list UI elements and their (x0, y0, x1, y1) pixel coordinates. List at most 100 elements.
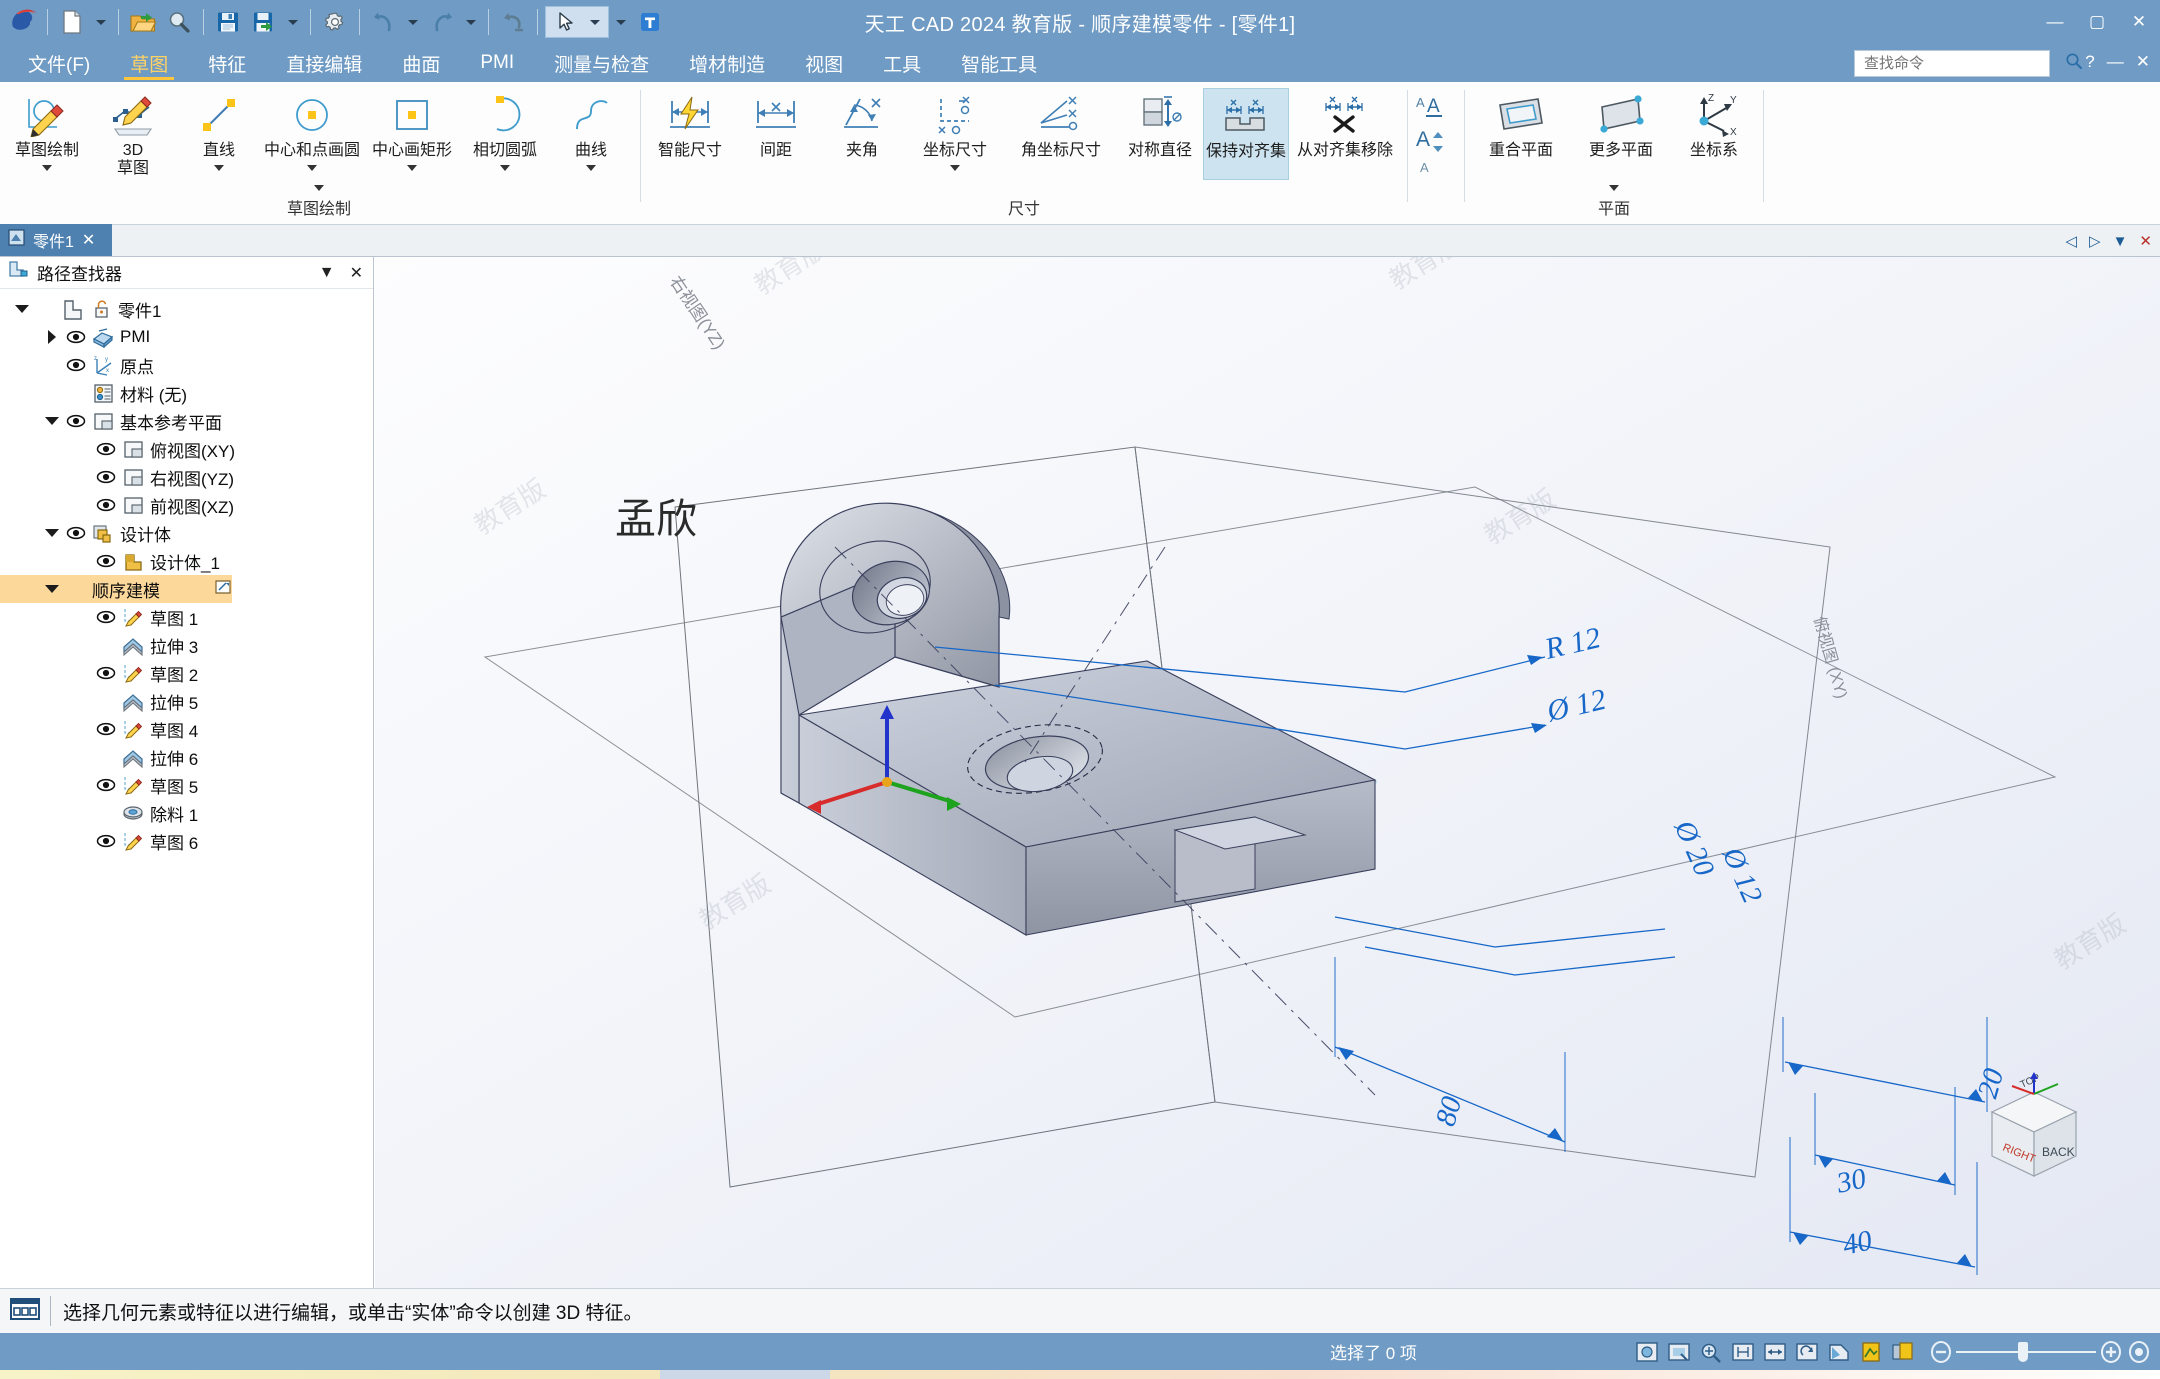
menu-tab-pmi[interactable]: PMI (460, 44, 534, 82)
zoom-slider-track[interactable] (1956, 1341, 2096, 1362)
new-file-dropdown[interactable] (91, 5, 111, 39)
menu-tab-view[interactable]: 视图 (785, 44, 863, 82)
select-tool-dropdown[interactable] (585, 5, 605, 39)
tab-nav-prev[interactable]: ◁ (2065, 232, 2077, 250)
expand-chevron-right-icon[interactable] (44, 329, 60, 345)
expand-chevron-down-icon[interactable] (44, 525, 60, 541)
ribbon-button-line[interactable]: 直线 (176, 88, 262, 180)
ribbon-button-tangent-arc[interactable]: 相切圆弧 (462, 88, 548, 180)
tree-item[interactable]: 拉伸 5 (0, 687, 373, 715)
app-logo-icon[interactable] (6, 5, 40, 39)
tab-nav-list[interactable]: ▼ (2113, 233, 2128, 250)
minimize-button[interactable]: — (2034, 0, 2076, 44)
font-size-icon[interactable]: A A (1414, 124, 1452, 180)
zoom-reset-button[interactable] (2126, 1340, 2152, 1364)
undo-arrow-icon[interactable] (367, 5, 401, 39)
tree-item[interactable]: 俯视图(XY) (0, 435, 373, 463)
expand-chevron-down-icon[interactable] (44, 413, 60, 429)
visibility-eye-icon[interactable] (66, 525, 86, 541)
ribbon-button-sketch-draw[interactable]: 草图绘制 (4, 88, 90, 180)
view-style-icon[interactable] (1634, 1340, 1660, 1364)
menu-tab-inspect[interactable]: 测量与检查 (534, 44, 669, 82)
menu-tab-file[interactable]: 文件(F) (8, 44, 110, 82)
tree-item[interactable]: 设计体_1 (0, 547, 373, 575)
graphics-viewport[interactable]: R 12 Ø 12 Ø 20 Ø 12 80 20 30 40 右视图(YZ) … (375, 257, 2160, 1288)
tree-item[interactable]: 草图 5 (0, 771, 373, 799)
menu-tab-additive[interactable]: 增材制造 (669, 44, 785, 82)
pathfinder-menu-button[interactable]: ▼ (315, 264, 339, 282)
visibility-eye-icon[interactable] (96, 665, 116, 681)
tree-item[interactable]: 零件1 (0, 295, 373, 323)
tree-item[interactable]: 前视图(XZ) (0, 491, 373, 519)
save-as-dropdown[interactable] (283, 5, 303, 39)
tree-item[interactable]: 除料 1 (0, 799, 373, 827)
cursor-arrow-icon[interactable] (549, 5, 583, 39)
chevron-down-icon[interactable] (42, 165, 52, 172)
solid-body[interactable] (780, 502, 1377, 936)
ribbon-button-symmetric-diameter[interactable]: 对称直径 (1117, 88, 1203, 180)
save-disk-icon[interactable] (211, 5, 245, 39)
visibility-eye-icon[interactable] (96, 553, 116, 569)
tree-item[interactable]: 草图 1 (0, 603, 373, 631)
tree-item[interactable]: 顺序建模 (0, 575, 232, 603)
chevron-down-icon[interactable] (407, 165, 417, 172)
visibility-eye-icon[interactable] (96, 833, 116, 849)
zoom-in-button[interactable] (2098, 1340, 2124, 1364)
look-at-icon[interactable] (1826, 1340, 1852, 1364)
search-icon[interactable] (2065, 52, 2083, 75)
ribbon-button-sketch-3d[interactable]: 3D 草图 (90, 88, 176, 180)
zoom-area-icon[interactable] (1698, 1340, 1724, 1364)
ribbon-button-smart-dimension[interactable]: 智能尺寸 (647, 88, 733, 180)
gear-icon[interactable] (318, 5, 352, 39)
menu-tab-tools[interactable]: 工具 (863, 44, 941, 82)
tree-item[interactable]: 材料 (无) (0, 379, 373, 407)
chevron-down-icon[interactable] (500, 165, 510, 172)
font-style-icon[interactable]: A A (1414, 90, 1452, 124)
chevron-down-icon[interactable] (586, 165, 596, 172)
tab-nav-next[interactable]: ▷ (2089, 232, 2101, 250)
cad-model-canvas[interactable] (375, 257, 2160, 1288)
edit-definition-icon[interactable] (214, 579, 232, 600)
tree-item[interactable]: 拉伸 6 (0, 743, 373, 771)
ribbon-button-maintain-alignment-set[interactable]: 保持对齐集 (1203, 88, 1289, 180)
visibility-eye-icon[interactable] (66, 413, 86, 429)
zoom-slider-thumb[interactable] (2018, 1341, 2028, 1362)
ribbon-button-coincident-plane[interactable]: 重合平面 (1471, 88, 1571, 180)
tree-item[interactable]: 设计体 (0, 519, 373, 547)
tree-item[interactable]: 草图 6 (0, 827, 373, 855)
redo-dropdown[interactable] (461, 5, 481, 39)
redo-arrow-icon[interactable] (425, 5, 459, 39)
lock-icon[interactable] (90, 299, 112, 319)
menu-tab-sketch[interactable]: 草图 (110, 44, 188, 82)
help-button[interactable]: ? (2085, 52, 2094, 72)
ribbon-button-coordinate-system[interactable]: Z Y X 坐标系 (1671, 88, 1757, 180)
zoom-out-button[interactable] (1928, 1340, 1954, 1364)
tree-item[interactable]: 草图 2 (0, 659, 373, 687)
ribbon-button-distance-between[interactable]: 间距 (733, 88, 819, 180)
tree-item[interactable]: z y x 原点 (0, 351, 373, 379)
doc-tab-part1[interactable]: 零件1 ✕ (0, 224, 112, 256)
close-button[interactable]: ✕ (2118, 0, 2160, 44)
menu-tab-surface[interactable]: 曲面 (382, 44, 460, 82)
view-cube[interactable]: RIGHT BACK TOP (1964, 1072, 2104, 1192)
group-dialog-caret-icon[interactable] (314, 185, 324, 191)
expand-chevron-down-icon[interactable] (14, 301, 30, 317)
tree-item[interactable]: 拉伸 3 (0, 631, 373, 659)
command-search[interactable] (1854, 50, 2082, 77)
open-folder-icon[interactable] (126, 5, 160, 39)
pan-icon[interactable] (1762, 1340, 1788, 1364)
menu-tab-feature[interactable]: 特征 (188, 44, 266, 82)
fit-icon[interactable] (1666, 1340, 1692, 1364)
tab-nav-close[interactable]: ✕ (2139, 232, 2152, 250)
ribbon-button-angular-coordinate-dimension[interactable]: 角坐标尺寸 (1005, 88, 1117, 180)
select-tool-group[interactable] (545, 6, 609, 38)
visibility-eye-icon[interactable] (96, 609, 116, 625)
ribbon-button-angle-between[interactable]: 夹角 (819, 88, 905, 180)
tree-item[interactable]: PMI (0, 323, 373, 351)
ribbon-button-coordinate-dimension[interactable]: 坐标尺寸 (905, 88, 1005, 180)
ribbon-close-button[interactable]: ✕ (2136, 52, 2150, 72)
expand-chevron-down-icon[interactable] (44, 581, 60, 597)
shade-icon[interactable] (1890, 1340, 1916, 1364)
save-as-icon[interactable] (247, 5, 281, 39)
visibility-eye-icon[interactable] (66, 329, 86, 345)
